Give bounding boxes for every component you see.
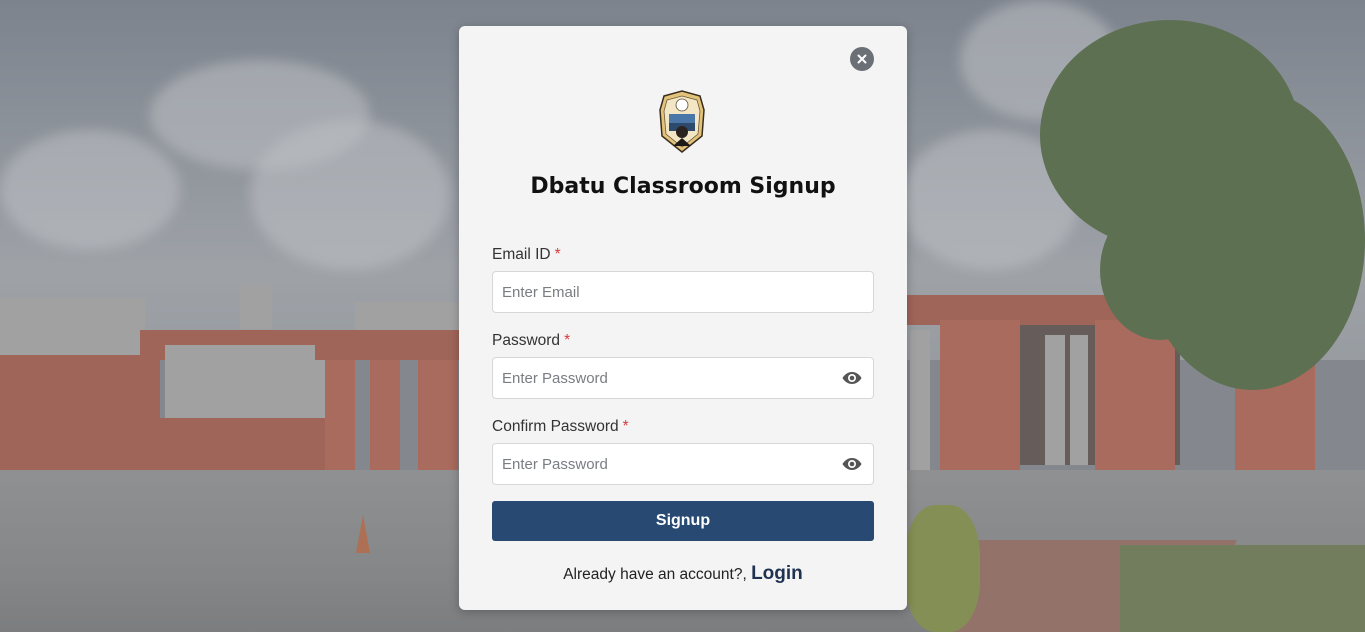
email-label-text: Email ID bbox=[492, 246, 551, 263]
password-label: Password * bbox=[492, 332, 570, 350]
close-button[interactable] bbox=[850, 47, 874, 71]
required-marker: * bbox=[622, 418, 629, 435]
email-input[interactable] bbox=[493, 272, 873, 312]
signup-modal: Dbatu Classroom Signup Email ID* Passwor… bbox=[459, 26, 907, 610]
login-link[interactable]: Login bbox=[751, 563, 803, 584]
page-title: Dbatu Classroom Signup bbox=[530, 174, 836, 199]
login-prompt-text: Already have an account?, bbox=[563, 566, 747, 583]
close-icon bbox=[857, 54, 867, 64]
confirm-password-label: Confirm Password * bbox=[492, 418, 629, 436]
confirm-password-label-text: Confirm Password bbox=[492, 418, 619, 435]
confirm-password-input[interactable] bbox=[493, 444, 873, 484]
password-label-text: Password bbox=[492, 332, 561, 349]
required-marker: * bbox=[554, 246, 561, 263]
email-label: Email ID * bbox=[492, 246, 561, 264]
eye-icon[interactable] bbox=[842, 370, 862, 386]
signup-button[interactable]: Signup bbox=[492, 501, 874, 541]
password-input[interactable] bbox=[493, 358, 873, 398]
university-crest-logo bbox=[659, 90, 705, 153]
email-field-wrapper bbox=[492, 271, 874, 313]
required-marker: * bbox=[564, 332, 571, 349]
confirm-password-field-wrapper bbox=[492, 443, 874, 485]
eye-icon[interactable] bbox=[842, 456, 862, 472]
login-prompt: Already have an account?, Login bbox=[459, 563, 907, 585]
password-field-wrapper bbox=[492, 357, 874, 399]
